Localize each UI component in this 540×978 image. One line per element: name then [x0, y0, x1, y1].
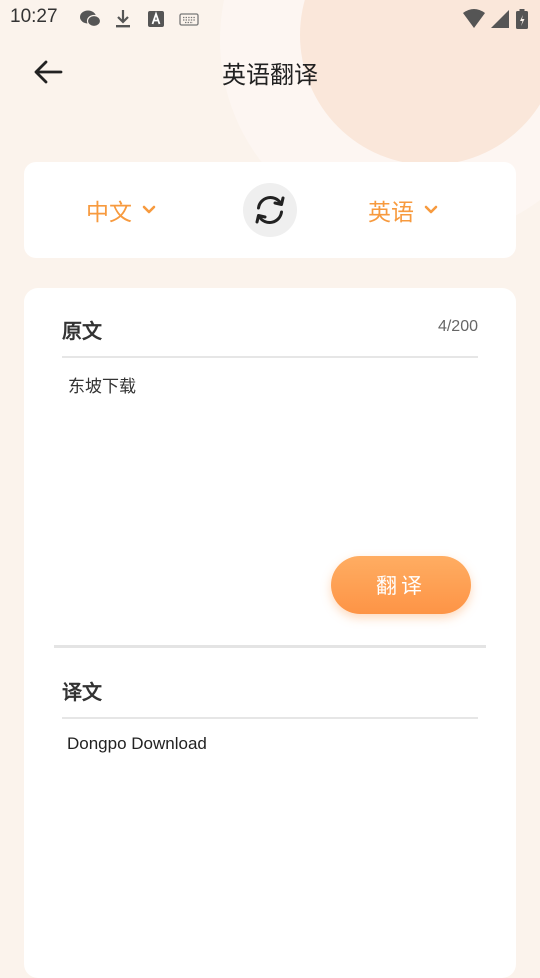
font-app-icon — [148, 11, 164, 27]
translate-button[interactable]: 翻译 — [331, 556, 471, 614]
signal-icon — [491, 10, 509, 28]
page-title: 英语翻译 — [222, 61, 318, 89]
language-selector-card: 中文 英语 — [24, 162, 516, 258]
section-divider — [54, 645, 486, 648]
result-label: 译文 — [62, 680, 102, 704]
status-time: 10:27 — [10, 6, 58, 27]
download-icon — [116, 10, 130, 28]
source-label: 原文 — [62, 319, 102, 343]
battery-icon — [516, 9, 528, 29]
swap-icon — [255, 196, 285, 224]
target-language-label: 英语 — [368, 200, 414, 226]
wifi-icon — [463, 9, 485, 28]
source-language-dropdown[interactable]: 中文 — [86, 162, 156, 258]
source-text-input[interactable]: 东坡下载 — [68, 372, 136, 397]
source-language-label: 中文 — [86, 200, 132, 226]
chevron-down-icon — [424, 205, 438, 214]
character-count: 4/200 — [437, 318, 478, 335]
keyboard-icon — [179, 13, 199, 26]
result-text: Dongpo Download — [67, 734, 207, 753]
status-bar: 10:27 — [0, 0, 540, 38]
source-section-header: 原文 4/200 — [62, 288, 478, 358]
chevron-down-icon — [142, 205, 156, 214]
swap-languages-button[interactable] — [243, 183, 297, 237]
result-section-header: 译文 — [62, 649, 478, 719]
target-language-dropdown[interactable]: 英语 — [368, 162, 438, 258]
wechat-icon — [80, 10, 101, 28]
translation-card: 原文 4/200 东坡下载 翻译 译文 Dongpo Download — [24, 288, 516, 978]
